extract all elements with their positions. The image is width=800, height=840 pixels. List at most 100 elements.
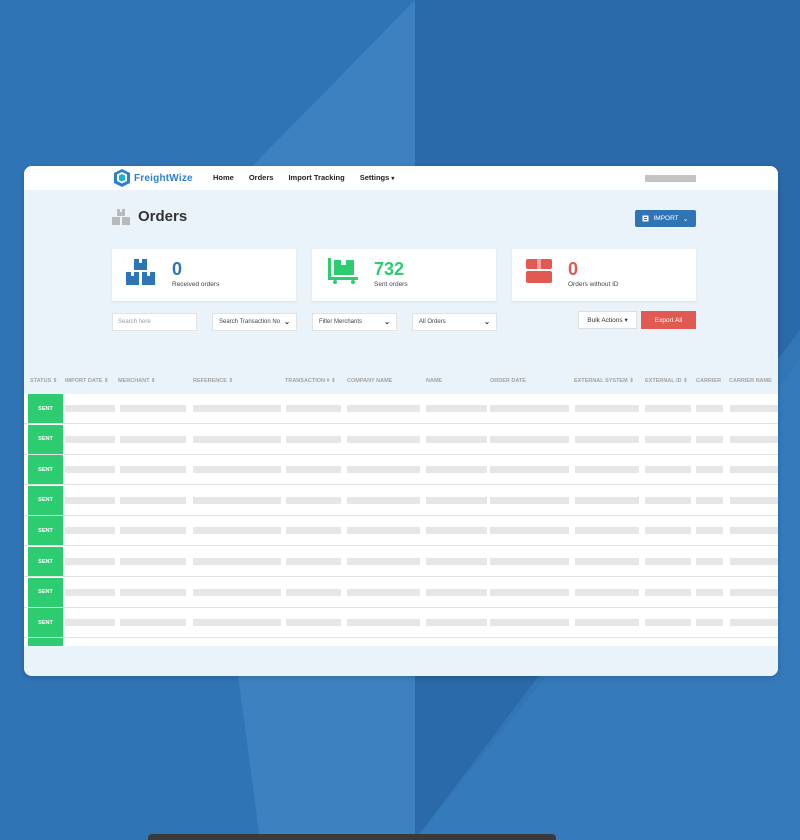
table-cell-placeholder	[65, 588, 115, 596]
nav-home[interactable]: Home	[213, 173, 234, 182]
table-cell-placeholder	[286, 405, 341, 412]
col-import-date[interactable]: IMPORT DATE ⇕	[65, 378, 109, 384]
col-reference[interactable]: REFERENCE ⇕	[193, 378, 233, 384]
nav-links: Home Orders Import Tracking Settings ▾	[213, 173, 409, 182]
table-cell-placeholder	[347, 466, 420, 474]
table-cell-placeholder	[193, 435, 281, 443]
nav-settings[interactable]: Settings ▾	[360, 173, 395, 182]
table-cell-placeholder	[696, 466, 723, 474]
table-cell-placeholder	[575, 527, 639, 535]
table-cell-placeholder	[696, 558, 723, 565]
table-cell-placeholder	[347, 588, 420, 596]
table-cell-placeholder	[645, 466, 691, 474]
col-transaction[interactable]: TRANSACTION # ⇕	[285, 378, 336, 384]
table-cell-placeholder	[193, 466, 281, 474]
table-cell-placeholder	[286, 558, 341, 565]
table-cell-placeholder	[645, 405, 691, 412]
orders-select[interactable]: All Orders ⌄	[412, 313, 497, 331]
table-cell-placeholder	[645, 435, 691, 443]
cart-icon	[328, 258, 358, 284]
table-cell-placeholder	[120, 619, 186, 627]
col-name: NAME	[426, 378, 443, 384]
table-cell-placeholder	[575, 435, 639, 443]
orders-select-value: All Orders	[419, 319, 446, 325]
table-cell-placeholder	[696, 405, 723, 412]
table-cell-placeholder	[193, 405, 281, 412]
chevron-down-icon: ⌄	[484, 319, 490, 326]
export-all-button[interactable]: Export All	[641, 311, 696, 329]
brand[interactable]: FreightWize	[114, 169, 193, 187]
boxes-icon	[112, 208, 130, 225]
col-order-date: ORDER DATE	[490, 378, 526, 384]
stat-card-without-id: 0 Orders without ID	[512, 249, 696, 301]
import-button[interactable]: IMPORT ⌄	[635, 210, 696, 227]
table-cell-placeholder	[490, 558, 569, 565]
table-cell-placeholder	[120, 588, 186, 596]
col-merchant[interactable]: MERCHANT ⇕	[118, 378, 156, 384]
table-cell-placeholder	[490, 405, 569, 412]
stat-card-sent: 732 Sent orders	[312, 249, 496, 301]
table-cell-placeholder	[286, 435, 341, 443]
transaction-select-value: Search Transaction No	[219, 319, 281, 325]
table-cell-placeholder	[286, 496, 341, 504]
received-orders-count: 0	[172, 259, 183, 279]
table-cell-placeholder	[696, 435, 723, 443]
table-row[interactable]: SENT	[24, 485, 778, 516]
table-cell-placeholder	[575, 496, 639, 504]
status-badge: SENT	[28, 424, 63, 454]
table-row[interactable]: SENT	[24, 608, 778, 639]
table-cell-placeholder	[696, 496, 723, 504]
status-badge: SENT	[28, 577, 63, 607]
table-cell-placeholder	[286, 466, 341, 474]
table-row[interactable]: SENT	[24, 577, 778, 608]
nav-orders[interactable]: Orders	[249, 173, 274, 182]
app-window: FreightWize Home Orders Import Tracking …	[24, 166, 778, 676]
table-row[interactable]: SENT	[24, 455, 778, 486]
boxes-icon	[126, 259, 155, 285]
table-cell-placeholder	[426, 496, 487, 504]
table-cell-placeholder	[120, 527, 186, 535]
nav-settings-label: Settings	[359, 173, 390, 182]
orders-without-id-label: Orders without ID	[568, 281, 619, 288]
page-header: Orders	[112, 208, 187, 225]
received-orders-label: Received orders	[172, 281, 220, 288]
user-menu-placeholder[interactable]	[645, 175, 696, 182]
table-cell-placeholder	[426, 527, 487, 535]
table-cell-placeholder	[730, 558, 778, 565]
col-external-id[interactable]: EXTERNAL ID ⇕	[645, 378, 688, 384]
table-cell-placeholder	[426, 588, 487, 596]
merchant-select[interactable]: Filter Merchants ⌄	[312, 313, 397, 331]
table-cell-placeholder	[575, 588, 639, 596]
table-cell-placeholder	[490, 588, 569, 596]
table-row[interactable]: SENT	[24, 547, 778, 577]
table-cell-placeholder	[193, 619, 281, 627]
table-row[interactable]: SENT	[24, 424, 778, 455]
merchant-select-value: Filter Merchants	[319, 319, 363, 325]
table-cell-placeholder	[65, 527, 115, 535]
status-badge: SENT	[28, 485, 63, 515]
table-cell-placeholder	[286, 619, 341, 627]
table-cell-placeholder	[730, 466, 778, 474]
import-file-icon	[642, 215, 649, 222]
bulk-actions-button[interactable]: Bulk Actions ▾	[578, 311, 637, 329]
table-cell-placeholder	[490, 466, 569, 474]
table-cell-placeholder	[645, 527, 691, 535]
col-external-system[interactable]: EXTERNAL SYSTEM ⇕	[574, 378, 634, 384]
chevron-down-icon: ⌄	[284, 319, 290, 326]
table-cell-placeholder	[575, 558, 639, 565]
table-cell-placeholder	[347, 496, 420, 504]
col-status[interactable]: STATUS ⇕	[30, 378, 57, 384]
table-cell-placeholder	[426, 405, 487, 412]
table-cell-placeholder	[120, 435, 186, 443]
transaction-select[interactable]: Search Transaction No ⌄	[212, 313, 297, 331]
table-cell-placeholder	[645, 588, 691, 596]
table-row[interactable]: SENT	[24, 516, 778, 547]
table-cell-placeholder	[490, 496, 569, 504]
table-cell-placeholder	[347, 435, 420, 443]
table-row[interactable]: SENT	[24, 394, 778, 424]
table-cell-placeholder	[65, 619, 115, 627]
table-cell-placeholder	[120, 405, 186, 412]
col-company-name: COMPANY NAME	[347, 378, 393, 384]
search-input[interactable]: Search here	[112, 313, 197, 331]
nav-import-tracking[interactable]: Import Tracking	[288, 173, 344, 182]
